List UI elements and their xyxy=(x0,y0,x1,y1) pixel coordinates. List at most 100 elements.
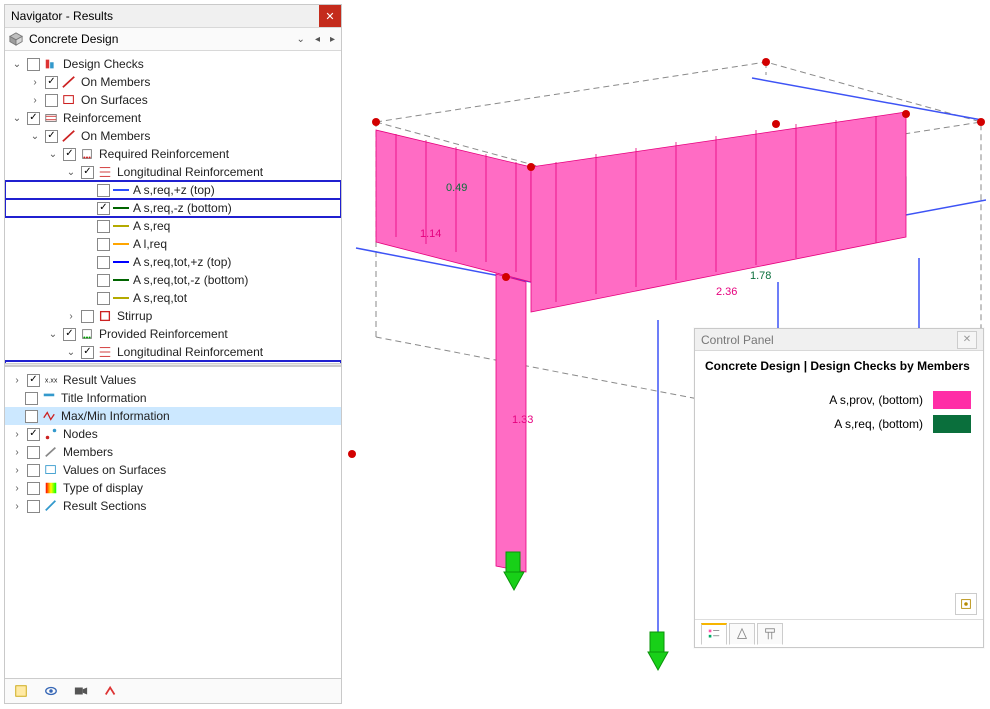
expand-icon[interactable]: › xyxy=(11,501,23,512)
tree-design-checks[interactable]: ⌄ Design Checks xyxy=(5,55,341,73)
legend-row-prov: A s,prov, (bottom) xyxy=(707,391,971,409)
concrete-icon xyxy=(9,32,23,46)
tab-scale[interactable] xyxy=(729,623,755,645)
checkbox[interactable] xyxy=(81,310,94,323)
tree-as-req-bottom[interactable]: A s,req,-z (bottom) xyxy=(5,199,341,217)
checkbox[interactable] xyxy=(25,410,38,423)
color-swatch xyxy=(112,297,130,299)
tree-al-req[interactable]: A l,req xyxy=(5,235,341,253)
svg-text:x.xx: x.xx xyxy=(45,378,58,385)
expand-icon[interactable]: ⌄ xyxy=(11,113,23,124)
results-dropdown[interactable]: Concrete Design ⌄ ◂ ▸ xyxy=(5,28,341,51)
tree-as-req-top[interactable]: A s,req,+z (top) xyxy=(5,181,341,199)
expand-icon[interactable]: › xyxy=(11,465,23,476)
checkbox[interactable] xyxy=(27,374,40,387)
close-button[interactable]: ✕ xyxy=(319,5,341,27)
stirrup-icon xyxy=(96,309,114,323)
tree-result-values[interactable]: ›x.xxResult Values xyxy=(5,371,341,389)
color-swatch xyxy=(112,279,130,281)
tree-required-reinf[interactable]: ⌄ Required Reinforcement xyxy=(5,145,341,163)
control-panel-titlebar[interactable]: Control Panel ✕ xyxy=(695,329,983,351)
display-options-tree[interactable]: ›x.xxResult Values Title Information Max… xyxy=(5,366,341,678)
expand-icon[interactable]: › xyxy=(65,311,77,322)
longitudinal-icon xyxy=(96,345,114,359)
tree-type-display[interactable]: ›Type of display xyxy=(5,479,341,497)
settings-button[interactable] xyxy=(955,593,977,615)
tree-title-info[interactable]: Title Information xyxy=(5,389,341,407)
expand-icon[interactable]: › xyxy=(11,447,23,458)
tree-values-surf-bottom[interactable]: ›Values on Surfaces xyxy=(5,461,341,479)
results-tree[interactable]: ⌄ Design Checks › On Members › On Surfac… xyxy=(5,51,341,362)
longitudinal-icon xyxy=(96,165,114,179)
color-swatch xyxy=(112,189,130,191)
checkbox[interactable] xyxy=(63,328,76,341)
legend-swatch xyxy=(933,391,971,409)
tree-provided-reinf[interactable]: ⌄ Provided Reinforcement xyxy=(5,325,341,343)
tree-members[interactable]: ›Members xyxy=(5,443,341,461)
tree-stirrup-req[interactable]: › Stirrup xyxy=(5,307,341,325)
tree-long-reinf-req[interactable]: ⌄ Longitudinal Reinforcement xyxy=(5,163,341,181)
expand-icon[interactable]: ⌄ xyxy=(65,167,77,178)
navigator-title: Navigator - Results xyxy=(5,9,319,23)
checkbox[interactable] xyxy=(63,148,76,161)
dropdown-label: Concrete Design xyxy=(29,32,289,46)
tree-on-members[interactable]: › On Members xyxy=(5,73,341,91)
tree-reinforcement[interactable]: ⌄ Reinforcement xyxy=(5,109,341,127)
expand-icon[interactable]: ⌄ xyxy=(47,329,59,340)
tree-on-surfaces[interactable]: › On Surfaces xyxy=(5,91,341,109)
checkbox[interactable] xyxy=(45,76,58,89)
nav-prev-icon[interactable]: ◂ xyxy=(313,34,322,45)
checkbox[interactable] xyxy=(97,238,110,251)
tab-results-icon[interactable] xyxy=(101,681,121,701)
tree-as-req[interactable]: A s,req xyxy=(5,217,341,235)
close-button[interactable]: ✕ xyxy=(957,331,977,349)
checkbox[interactable] xyxy=(25,392,38,405)
checkbox[interactable] xyxy=(45,130,58,143)
legend-label: A s,req, (bottom) xyxy=(834,417,923,431)
dropdown-chevron-icon[interactable]: ⌄ xyxy=(295,34,307,45)
expand-icon[interactable]: › xyxy=(29,77,41,88)
expand-icon[interactable]: ⌄ xyxy=(11,59,23,70)
checkbox[interactable] xyxy=(45,94,58,107)
expand-icon[interactable]: › xyxy=(11,375,23,386)
tree-result-sections-bottom[interactable]: ›Result Sections xyxy=(5,497,341,515)
checkbox[interactable] xyxy=(27,428,40,441)
checkbox[interactable] xyxy=(27,58,40,71)
checkbox[interactable] xyxy=(27,112,40,125)
tree-as-req-tot-bottom[interactable]: A s,req,tot,-z (bottom) xyxy=(5,271,341,289)
checkbox[interactable] xyxy=(97,292,110,305)
checkbox[interactable] xyxy=(27,446,40,459)
checkbox[interactable] xyxy=(27,500,40,513)
tab-data-icon[interactable] xyxy=(11,681,31,701)
expand-icon[interactable]: ⌄ xyxy=(65,347,77,358)
tree-as-req-tot-top[interactable]: A s,req,tot,+z (top) xyxy=(5,253,341,271)
checkbox[interactable] xyxy=(97,274,110,287)
tab-video-icon[interactable] xyxy=(71,681,91,701)
checkbox[interactable] xyxy=(97,220,110,233)
checkbox[interactable] xyxy=(97,184,110,197)
tree-long-reinf-prov[interactable]: ⌄ Longitudinal Reinforcement xyxy=(5,343,341,361)
tab-views-icon[interactable] xyxy=(41,681,61,701)
checkbox[interactable] xyxy=(81,166,94,179)
checkbox[interactable] xyxy=(97,202,110,215)
expand-icon[interactable]: ⌄ xyxy=(47,149,59,160)
tree-maxmin-info[interactable]: Max/Min Information xyxy=(5,407,341,425)
nav-next-icon[interactable]: ▸ xyxy=(328,34,337,45)
checkbox[interactable] xyxy=(27,482,40,495)
tree-nodes[interactable]: › Nodes xyxy=(5,425,341,443)
expand-icon[interactable]: ⌄ xyxy=(29,131,41,142)
tree-label: Nodes xyxy=(62,427,98,441)
value-label: 2.36 xyxy=(716,286,737,298)
tree-on-members-reinf[interactable]: ⌄ On Members xyxy=(5,127,341,145)
expand-icon[interactable]: › xyxy=(29,95,41,106)
checkbox[interactable] xyxy=(97,256,110,269)
color-swatch xyxy=(112,207,130,209)
checkbox[interactable] xyxy=(27,464,40,477)
tree-as-req-tot[interactable]: A s,req,tot xyxy=(5,289,341,307)
expand-icon[interactable]: › xyxy=(11,429,23,440)
checkbox[interactable] xyxy=(81,346,94,359)
expand-icon[interactable]: › xyxy=(11,483,23,494)
tab-legend[interactable] xyxy=(701,623,727,645)
tab-filter[interactable] xyxy=(757,623,783,645)
control-panel-body: A s,prov, (bottom) A s,req, (bottom) xyxy=(695,379,983,589)
